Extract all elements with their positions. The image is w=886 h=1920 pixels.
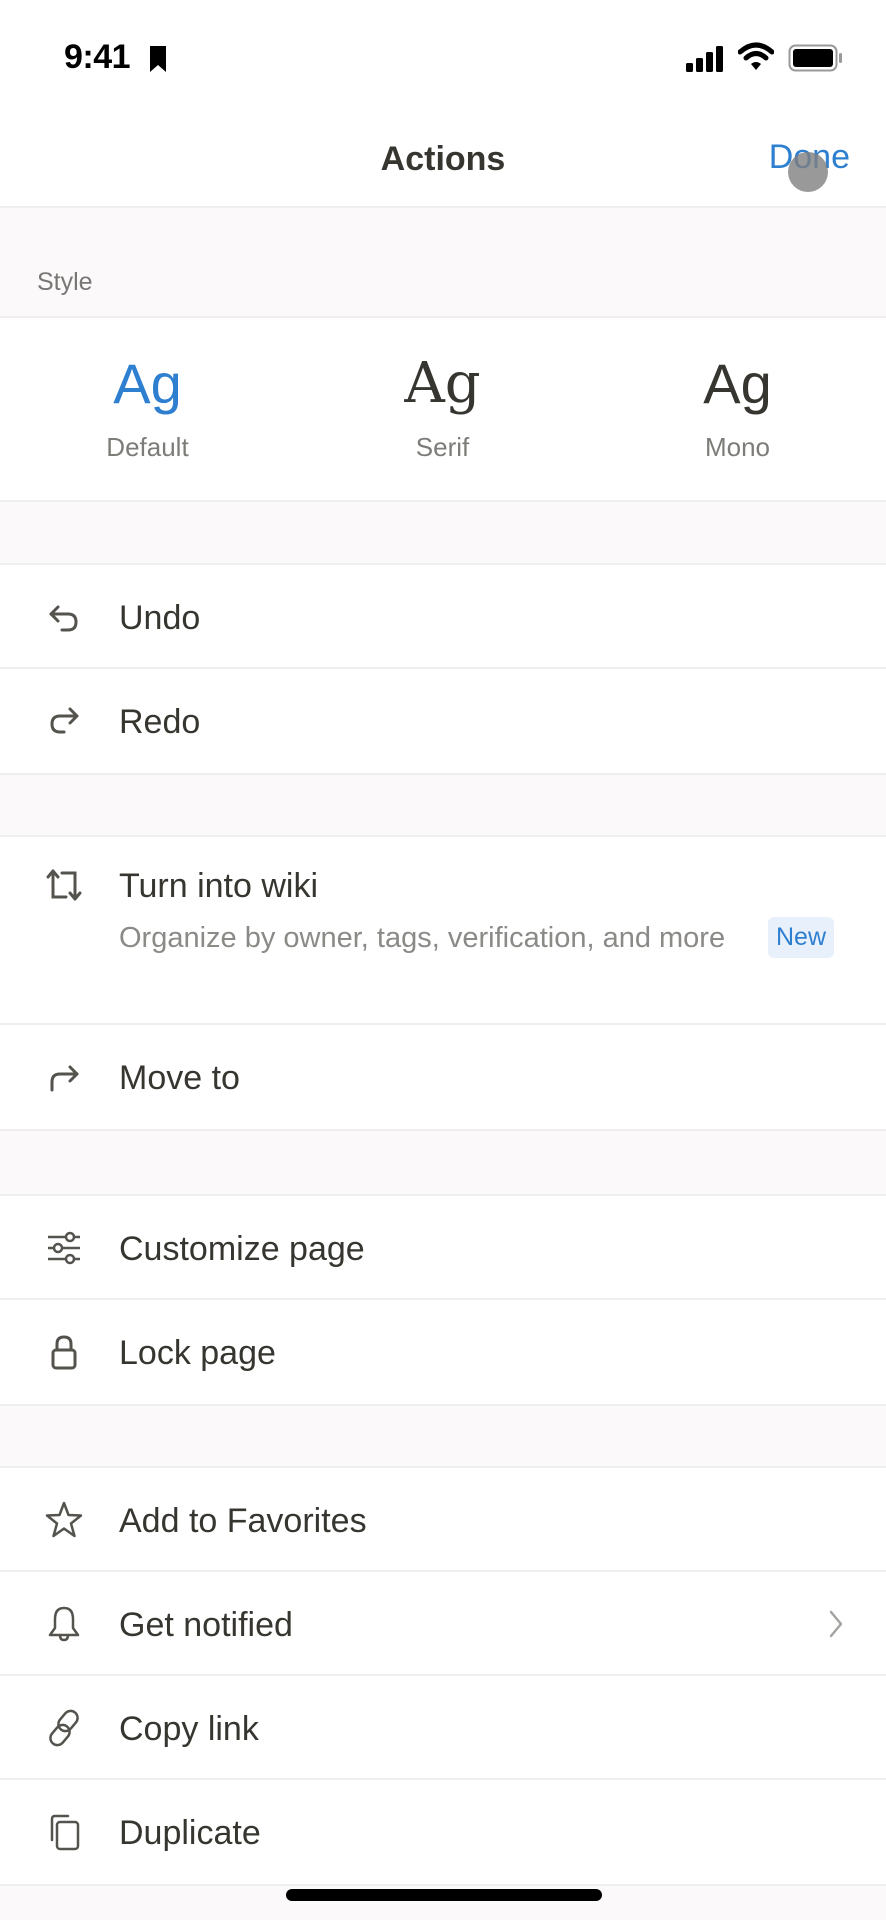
home-indicator[interactable] (286, 1889, 602, 1901)
menu-item-label: Copy link (119, 1710, 259, 1748)
style-glyph-default: Ag (113, 352, 182, 415)
menu-item-label: Add to Favorites (119, 1502, 367, 1540)
new-badge: New (768, 917, 835, 958)
nav-bar: Actions Done (0, 110, 886, 208)
bookmark-icon (150, 46, 166, 72)
menu-item-add-to-favorites[interactable]: Add to Favorites (0, 1468, 886, 1572)
touch-indicator (788, 152, 828, 192)
battery-icon (788, 44, 842, 72)
menu-item-customize-page[interactable]: Customize page (0, 1196, 886, 1300)
duplicate-icon (50, 1814, 80, 1851)
menu-item-redo[interactable]: Redo (0, 669, 886, 773)
bell-icon (48, 1606, 80, 1642)
menu-item-lock-page[interactable]: Lock page (0, 1300, 886, 1404)
style-label-mono: Mono (704, 432, 771, 462)
menu-item-duplicate[interactable]: Duplicate (0, 1780, 886, 1884)
group-page-settings: Customize page Lock page (0, 1194, 886, 1406)
style-label-default: Default (106, 432, 189, 462)
menu-item-label: Customize page (119, 1230, 365, 1268)
style-option-default[interactable]: Ag Default (0, 318, 295, 504)
group-organize: Turn into wiki Organize by owner, tags, … (0, 835, 886, 1131)
cellular-signal-icon (686, 46, 723, 72)
move-to-icon (50, 1065, 79, 1092)
section-header-label: Style (37, 268, 93, 296)
menu-item-label: Redo (119, 703, 201, 741)
style-glyph-mono: Ag (703, 352, 772, 415)
menu-item-move-to[interactable]: Move to (0, 1025, 886, 1129)
menu-item-label: Move to (119, 1059, 240, 1097)
style-option-serif[interactable]: Ag Serif (295, 318, 590, 504)
menu-item-label: Turn into wiki (119, 867, 319, 905)
style-picker: Ag Default Ag Serif Ag Mono (0, 316, 886, 502)
turn-into-icon (46, 869, 82, 901)
star-icon (45, 1501, 83, 1538)
menu-item-label: Undo (119, 599, 201, 637)
status-bar: 9:41 (0, 0, 886, 110)
page-title: Actions (380, 140, 506, 178)
undo-icon (49, 605, 78, 632)
group-history: Undo Redo (0, 563, 886, 775)
lock-icon (51, 1335, 77, 1370)
menu-item-get-notified[interactable]: Get notified (0, 1572, 886, 1676)
wifi-icon (738, 42, 774, 70)
style-option-mono[interactable]: Ag Mono (590, 318, 885, 504)
status-time: 9:41 (64, 38, 131, 76)
menu-item-label: Get notified (119, 1606, 293, 1644)
link-icon (49, 1709, 79, 1747)
group-share: Add to Favorites Get notified Copy link … (0, 1466, 886, 1886)
menu-item-turn-into-wiki[interactable]: Turn into wiki Organize by owner, tags, … (0, 837, 886, 1025)
style-label-serif: Serif (415, 432, 470, 462)
menu-item-label: Duplicate (119, 1814, 261, 1852)
chevron-right-icon (829, 1610, 843, 1638)
sliders-icon (48, 1231, 80, 1265)
menu-item-copy-link[interactable]: Copy link (0, 1676, 886, 1780)
style-glyph-serif: Ag (404, 351, 481, 416)
menu-item-undo[interactable]: Undo (0, 565, 886, 669)
redo-icon (50, 707, 79, 734)
menu-item-subtitle: Organize by owner, tags, verification, a… (119, 922, 726, 954)
menu-item-label: Lock page (119, 1334, 276, 1372)
